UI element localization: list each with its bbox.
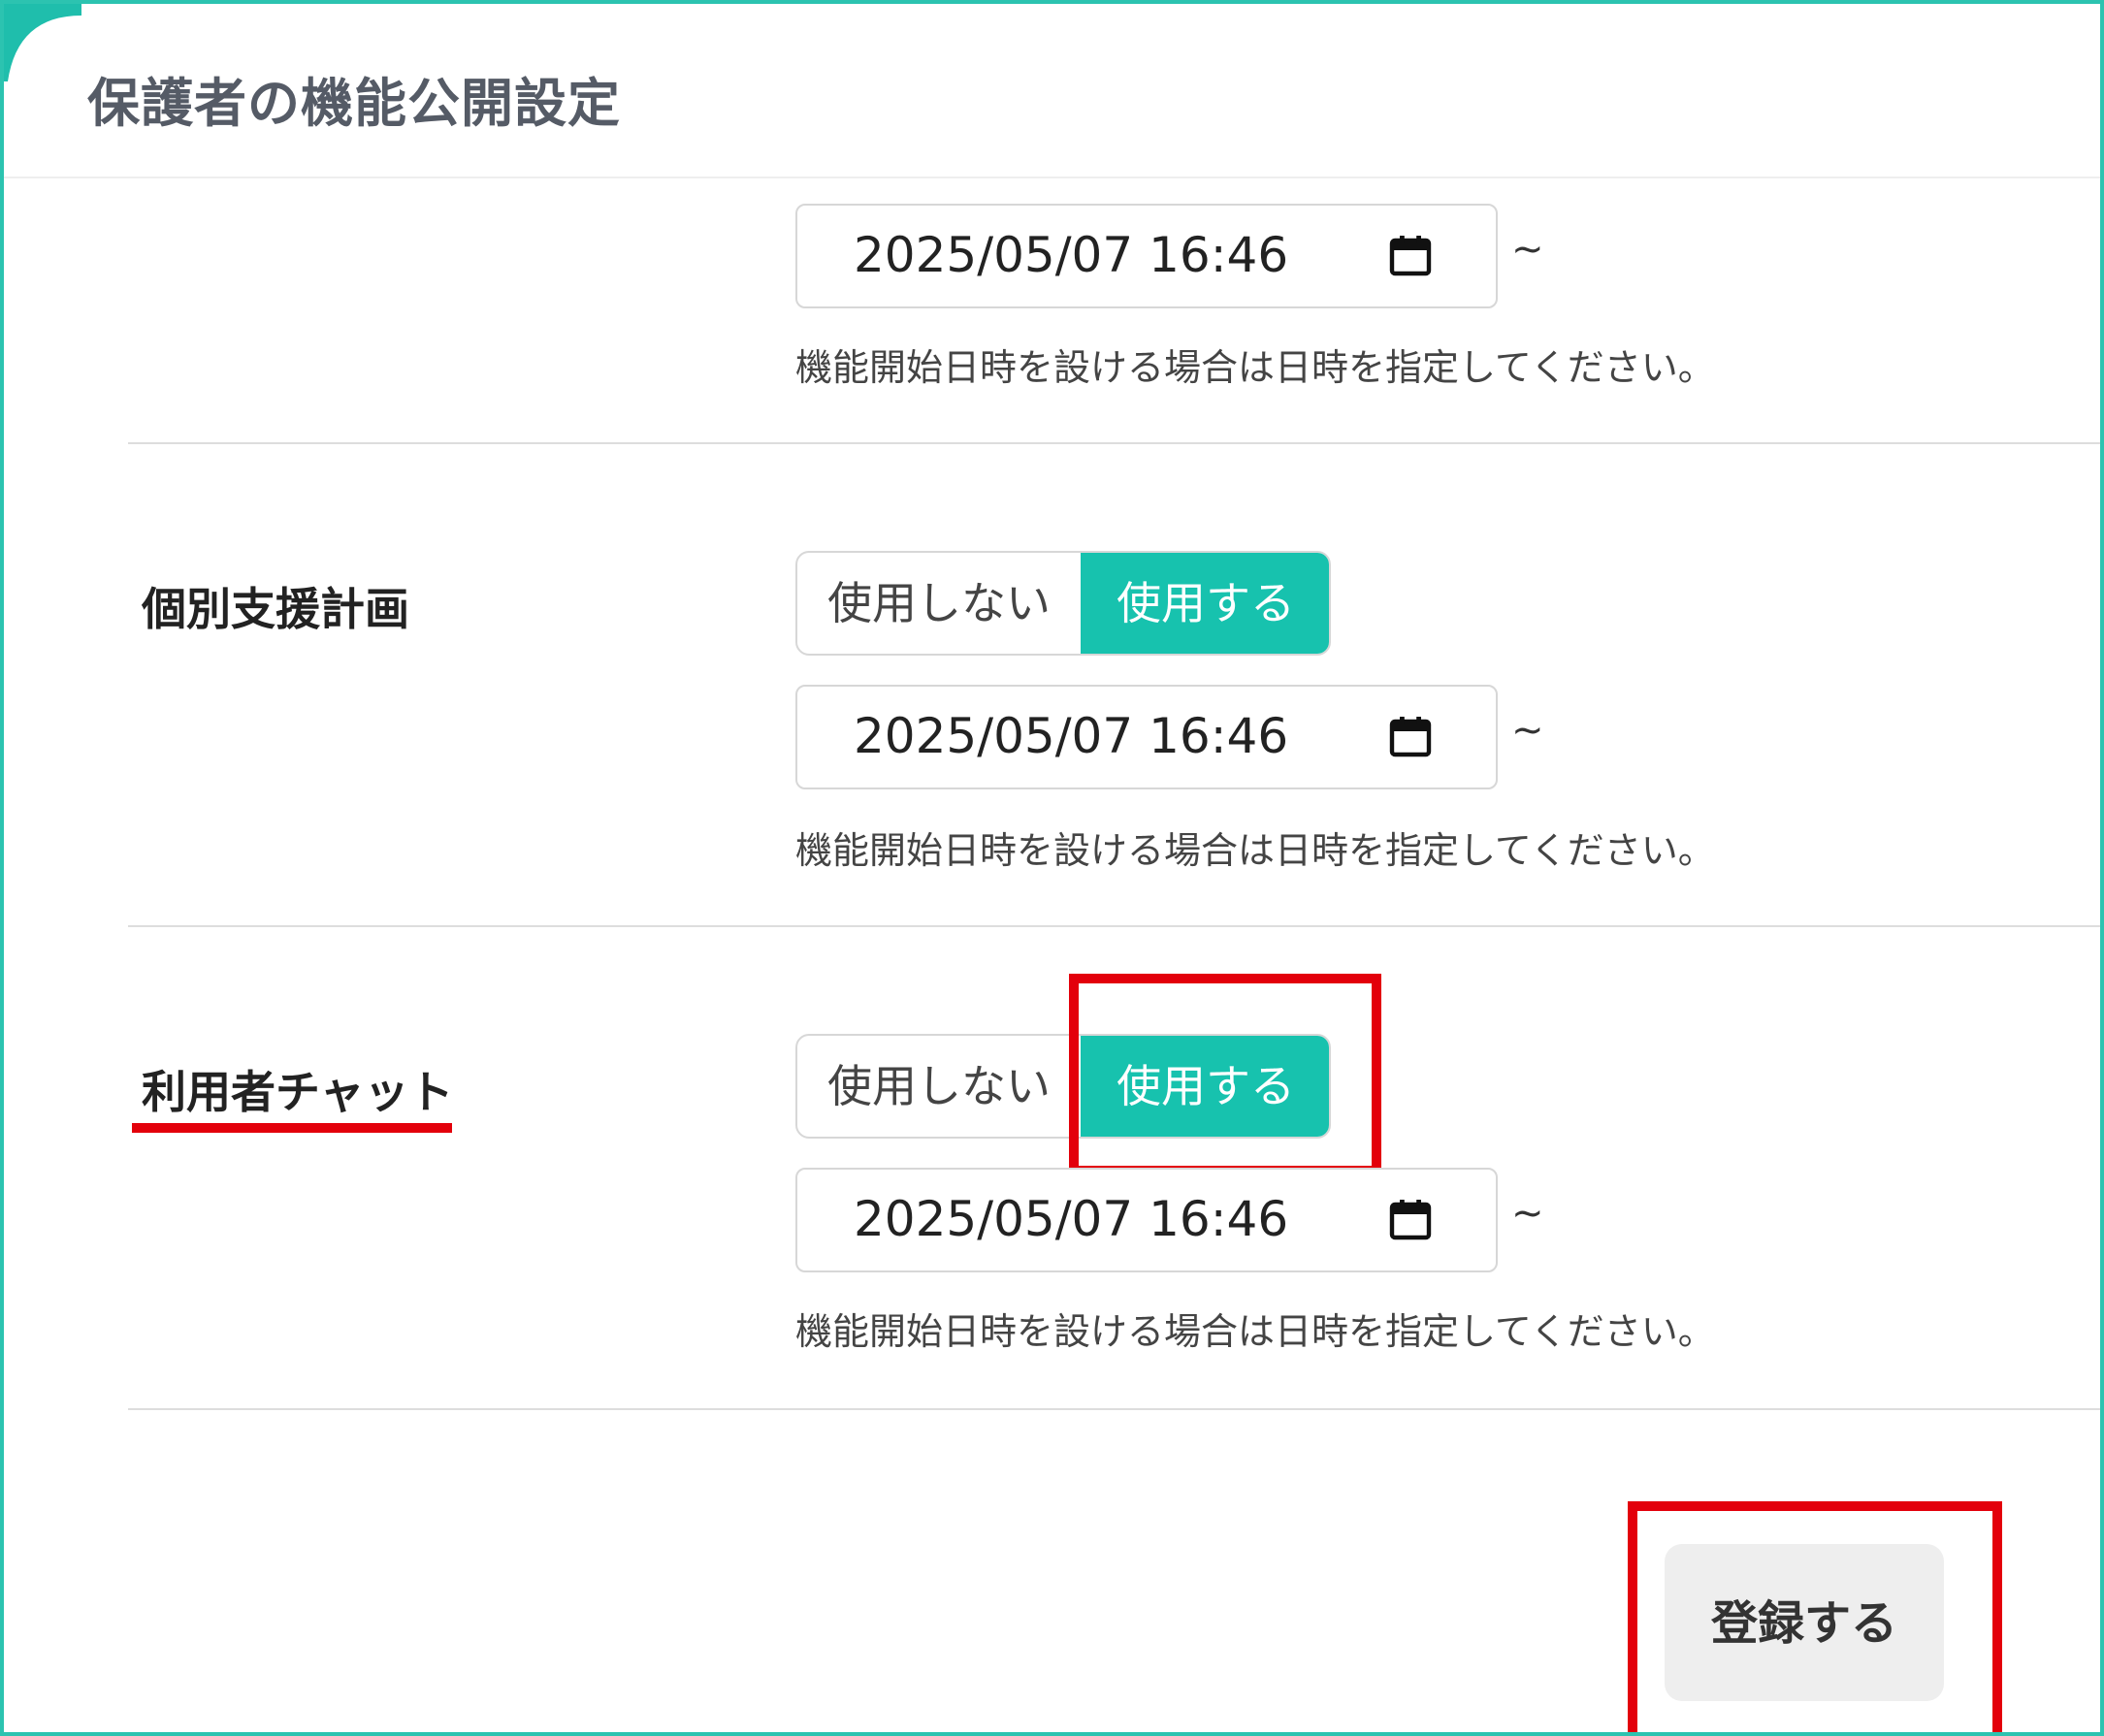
range-tilde: ~ (1511, 227, 1544, 272)
annotation-underline (132, 1123, 452, 1133)
row-label-individual-support-plan: 個別支援計画 (142, 583, 409, 635)
start-datetime-field[interactable]: 2025/05/07 16:46 (795, 685, 1498, 789)
start-datetime-field[interactable]: 2025/05/07 16:46 (795, 1168, 1498, 1272)
toggle-option-disable[interactable]: 使用しない (797, 553, 1081, 654)
calendar-icon[interactable] (1387, 1197, 1434, 1243)
range-tilde: ~ (1511, 708, 1544, 753)
start-datetime-field[interactable]: 2025/05/07 16:46 (795, 204, 1498, 308)
row-divider (128, 1408, 2100, 1410)
datetime-hint: 機能開始日時を設ける場合は日時を指定してください。 (795, 829, 1715, 872)
datetime-value: 2025/05/07 16:46 (854, 1191, 1289, 1247)
calendar-icon[interactable] (1387, 233, 1434, 279)
panel-header: 保護者の機能公開設定 (4, 4, 2100, 178)
range-tilde: ~ (1511, 1191, 1544, 1236)
datetime-value: 2025/05/07 16:46 (854, 227, 1289, 283)
datetime-hint: 機能開始日時を設ける場合は日時を指定してください。 (795, 1310, 1715, 1353)
toggle-option-disable[interactable]: 使用しない (797, 1036, 1081, 1137)
row-label-user-chat: 利用者チャット (142, 1066, 454, 1118)
annotation-highlight-enable (1069, 974, 1381, 1175)
toggle-option-enable[interactable]: 使用する (1081, 553, 1329, 654)
page-title: 保護者の機能公開設定 (87, 73, 621, 134)
settings-panel: 保護者の機能公開設定 2025/05/07 16:46 ~ 機能開始日時を設ける… (0, 0, 2104, 1736)
datetime-value: 2025/05/07 16:46 (854, 708, 1289, 764)
row-divider (128, 925, 2100, 927)
annotation-highlight-register (1628, 1501, 2002, 1732)
datetime-hint: 機能開始日時を設ける場合は日時を指定してください。 (795, 346, 1715, 389)
row-divider (128, 442, 2100, 444)
calendar-icon[interactable] (1387, 714, 1434, 760)
usage-toggle-individual-support-plan: 使用しない 使用する (795, 551, 1331, 656)
